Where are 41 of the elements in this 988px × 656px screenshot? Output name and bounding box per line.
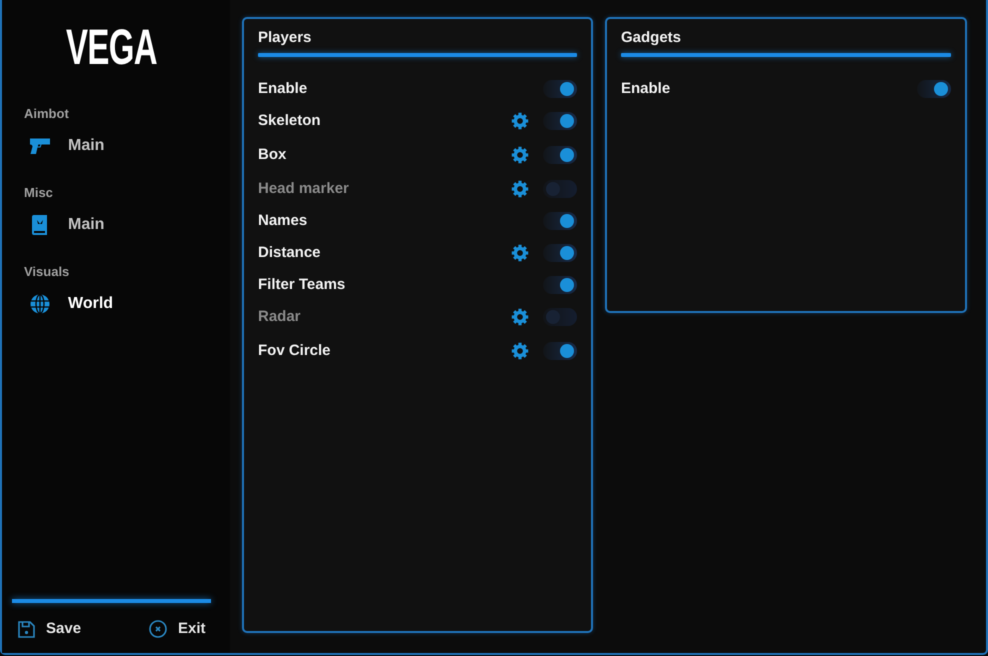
gear-icon[interactable]: [511, 342, 529, 360]
toggle-switch[interactable]: [543, 308, 577, 326]
nav-item[interactable]: Main: [18, 134, 114, 158]
toggle-switch[interactable]: [543, 212, 577, 230]
app-logo: VEGA: [66, 22, 157, 72]
toggle-switch[interactable]: [543, 342, 577, 360]
toggle-switch[interactable]: [543, 146, 577, 164]
section-label: Misc: [24, 185, 53, 201]
toggle-switch[interactable]: [543, 180, 577, 198]
option-label: Distance: [258, 244, 322, 262]
toggle-switch[interactable]: [543, 80, 577, 98]
toggle-switch[interactable]: [543, 244, 577, 262]
option-label: Enable: [258, 80, 308, 98]
toggle-switch[interactable]: [917, 80, 951, 98]
option-label: Fov Circle: [258, 342, 332, 360]
globe-icon: [30, 294, 50, 314]
gear-icon[interactable]: [511, 308, 529, 326]
close-icon: [149, 620, 168, 638]
nav-item[interactable]: World: [18, 292, 124, 316]
gear-icon[interactable]: [511, 244, 529, 262]
nav-item[interactable]: Main: [18, 213, 114, 237]
option-label: Enable: [621, 80, 672, 98]
panel-title: Gadgets: [621, 28, 682, 48]
exit-button[interactable]: Exit: [147, 617, 208, 641]
option-label: Radar: [258, 308, 302, 326]
save-button[interactable]: Save: [16, 617, 84, 641]
option-label: Filter Teams: [258, 276, 346, 294]
gear-icon[interactable]: [511, 180, 529, 198]
gear-icon[interactable]: [511, 146, 529, 164]
option-label: Head marker: [258, 180, 350, 198]
option-label: Box: [258, 146, 288, 164]
pistol-icon: [29, 137, 51, 155]
book-icon: [32, 215, 48, 235]
toggle-switch[interactable]: [543, 112, 577, 130]
panel-title: Players: [258, 28, 312, 48]
option-label: Skeleton: [258, 112, 322, 130]
option-label: Names: [258, 212, 308, 230]
section-label: Visuals: [24, 264, 70, 280]
toggle-switch[interactable]: [543, 276, 577, 294]
section-label: Aimbot: [24, 106, 69, 122]
gear-icon[interactable]: [511, 112, 529, 130]
